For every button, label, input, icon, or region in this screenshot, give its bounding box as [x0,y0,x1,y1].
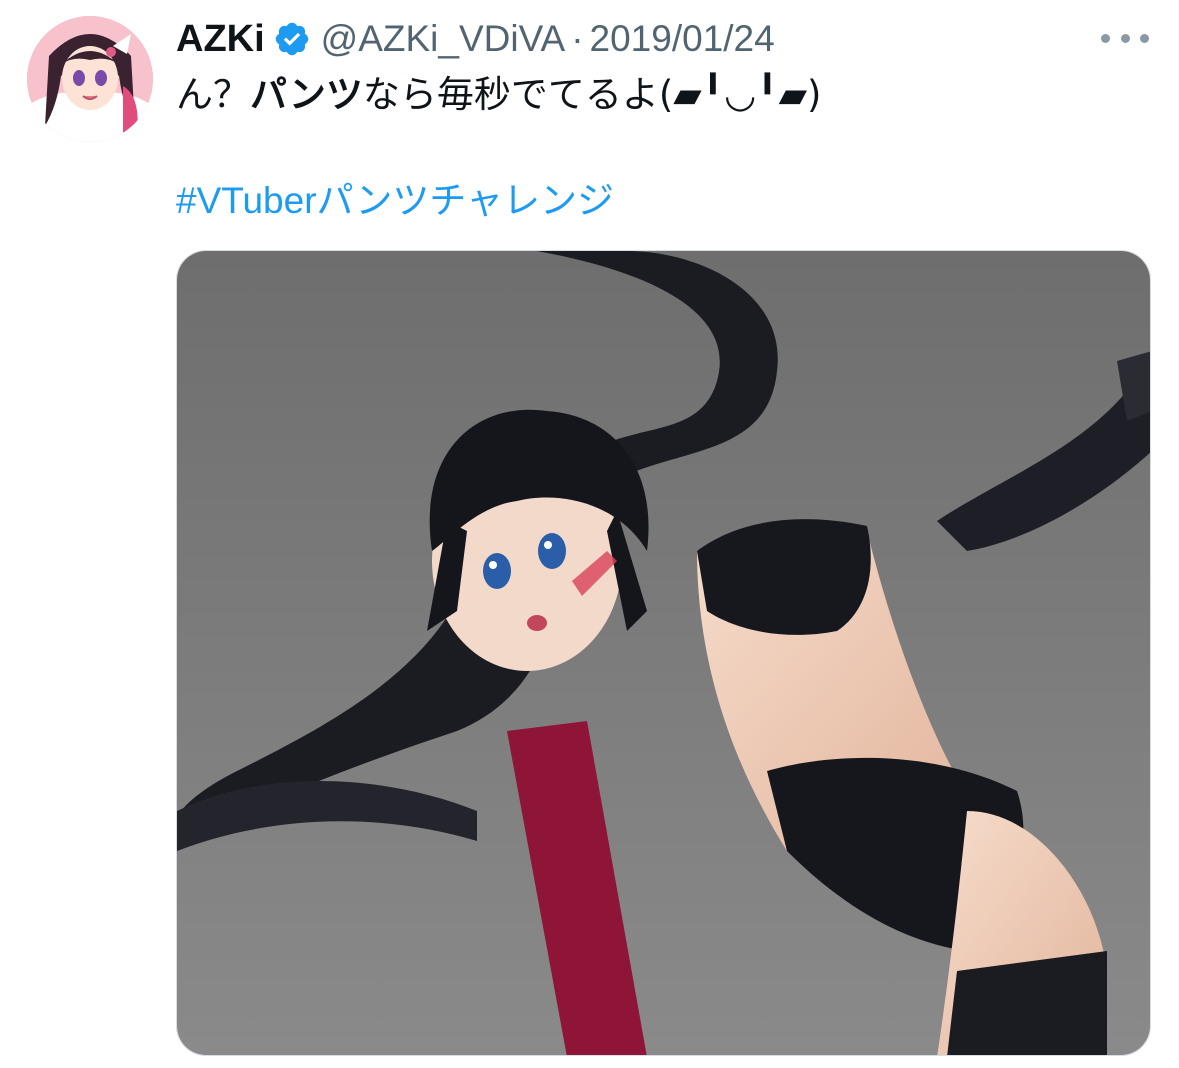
display-name[interactable]: AZKi [176,18,265,61]
tweet-header: AZKi @AZKi_VDiVA · 2019/01/24 [176,14,775,64]
hashtag-link[interactable]: #VTuberパンツチャレンジ [176,176,614,226]
tweet: AZKi @AZKi_VDiVA · 2019/01/24 ん？パンツなら毎秒で… [0,0,1179,1068]
media-illustration [177,251,1150,1055]
separator-dot: · [571,18,584,59]
tweet-text-before: ん？ [176,73,250,116]
more-dot [1140,33,1149,43]
avatar[interactable] [27,16,153,142]
tweet-text: ん？パンツなら毎秒でてるよ(▰╹◡╹▰) [176,70,821,120]
avatar-image [27,16,153,142]
tweet-text-bold: パンツ [250,73,363,116]
tweet-date[interactable]: 2019/01/24 [590,18,775,60]
tweet-text-after: なら毎秒でてるよ(▰╹◡╹▰) [362,73,822,116]
verified-badge-icon [273,20,311,58]
tweet-media-image[interactable] [176,250,1151,1056]
more-dot [1120,33,1130,43]
more-dot [1101,33,1110,43]
user-handle[interactable]: @AZKi_VDiVA [321,18,566,60]
more-options-icon[interactable] [1101,26,1149,50]
